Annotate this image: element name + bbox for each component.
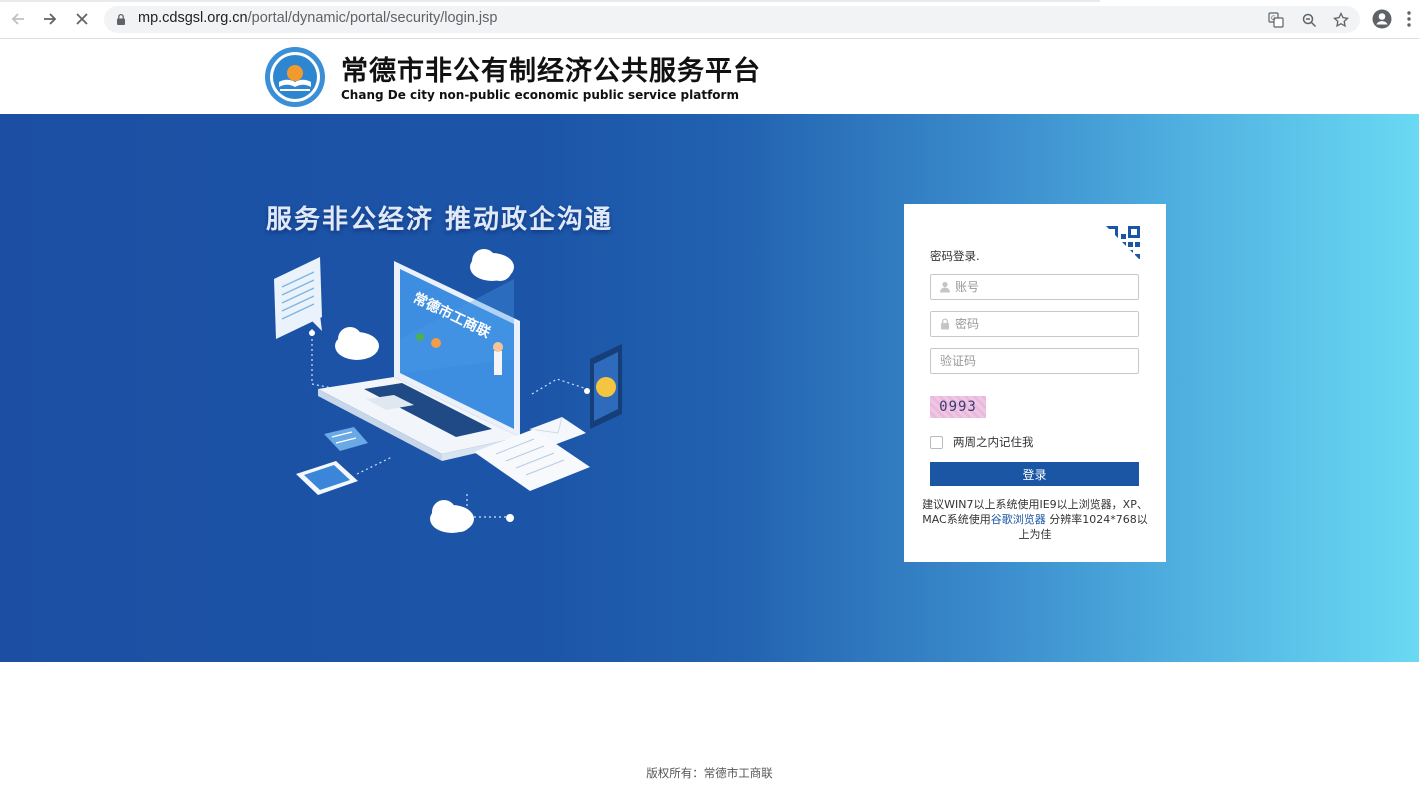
translate-icon: G: [1268, 12, 1284, 28]
password-login-tab[interactable]: 密码登录.: [930, 248, 980, 264]
svg-text:G: G: [1271, 15, 1276, 22]
user-icon: [940, 281, 950, 293]
url-domain: mp.cdsgsl.org.cn: [138, 10, 248, 26]
back-button[interactable]: [7, 8, 29, 30]
login-form: 密码登录. 0993 两周之内记住我 登录 建议WIN7以上系统使用IE9以上浏…: [904, 204, 1166, 562]
site-logo[interactable]: [264, 46, 326, 108]
url-path: /portal/dynamic/portal/security/login.js…: [247, 10, 498, 26]
cloud-icon: [470, 249, 514, 281]
laptop-illustration: 常德市工商联: [274, 249, 622, 533]
zoom-button[interactable]: [1300, 11, 1318, 29]
qr-code-icon[interactable]: [1104, 224, 1144, 264]
captcha-field[interactable]: [930, 348, 1139, 374]
browser-menu-button[interactable]: [1402, 8, 1416, 30]
browser-toolbar: mp.cdsgsl.org.cn/portal/dynamic/portal/s…: [0, 0, 1419, 39]
zoom-icon: [1302, 13, 1316, 27]
phone-icon: [296, 461, 358, 495]
bookmark-button[interactable]: [1332, 11, 1350, 29]
site-subtitle: Chang De city non-public economic public…: [341, 88, 739, 102]
account-icon: [1372, 9, 1392, 29]
remember-label: 两周之内记住我: [953, 435, 1034, 449]
captcha-input[interactable]: [940, 352, 1120, 370]
site-title: 常德市非公有制经济公共服务平台: [341, 56, 761, 87]
hero-banner: 服务非公经济 推动政企沟通 常德市工商联 密码登录. 账号 验证码 0993 两…: [0, 114, 1419, 662]
chrome-download-link[interactable]: 谷歌浏览器: [991, 513, 1046, 526]
translate-button[interactable]: G: [1267, 11, 1285, 29]
arrow-right-icon: [44, 13, 57, 25]
arrow-left-icon: [11, 13, 24, 25]
lock-icon: [941, 318, 949, 330]
password-field[interactable]: [930, 311, 1139, 337]
remember-checkbox[interactable]: [930, 435, 943, 449]
lock-icon: [117, 13, 125, 25]
url-text: mp.cdsgsl.org.cn/portal/dynamic/portal/s…: [138, 10, 497, 26]
captcha-image[interactable]: 0993: [930, 396, 986, 418]
loading-progress-bar: [0, 0, 1100, 2]
stop-loading-button[interactable]: [71, 8, 93, 30]
login-button[interactable]: 登录: [930, 462, 1139, 486]
account-field[interactable]: [930, 274, 1139, 300]
star-icon: [1333, 12, 1349, 28]
footer-copyright: 版权所有：常德市工商联: [646, 766, 773, 780]
forward-button[interactable]: [39, 8, 61, 30]
chat-note-icon: [324, 427, 368, 451]
password-input[interactable]: [955, 315, 1135, 333]
account-input[interactable]: [955, 278, 1135, 296]
document-icon: [274, 257, 322, 339]
cloud-icon: [335, 327, 379, 360]
profile-button[interactable]: [1371, 8, 1393, 30]
remember-me[interactable]: 两周之内记住我: [930, 434, 1034, 450]
banner-slogan: 服务非公经济 推动政企沟通: [266, 205, 614, 235]
site-header: 常德市非公有制经济公共服务平台 Chang De city non-public…: [0, 39, 1419, 114]
more-vertical-icon: [1407, 11, 1411, 27]
browser-tip: 建议WIN7以上系统使用IE9以上浏览器，XP、MAC系统使用谷歌浏览器 分辨率…: [920, 497, 1150, 542]
address-bar[interactable]: mp.cdsgsl.org.cn/portal/dynamic/portal/s…: [104, 6, 1360, 33]
close-icon: [76, 13, 88, 25]
tablet-icon: [590, 344, 622, 429]
